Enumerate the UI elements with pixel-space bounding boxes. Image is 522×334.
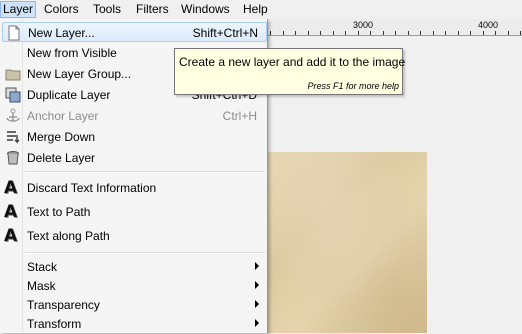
submenu-arrow-icon [255,262,259,270]
menu-windows[interactable]: Windows [179,2,232,17]
ruler-tick [332,31,334,35]
new-layer-shortcut: Shift+Ctrl+N [192,26,258,40]
anchor-layer-label: Anchor Layer [27,109,99,123]
text-icon: A [4,202,18,222]
menubar: Layer Colors Tools Filters Windows Help [0,0,522,19]
ruler-tick [270,31,271,35]
ruler-tick [495,31,496,35]
anchor-icon [6,108,20,122]
ruler-tick [420,31,421,35]
tooltip-text: Create a new layer and add it to the ima… [179,55,406,69]
horizontal-ruler[interactable]: 3000 4000 [268,19,522,36]
transparency-submenu-item[interactable]: Transparency [2,295,265,315]
menu-help[interactable]: Help [241,2,270,17]
anchor-layer-shortcut: Ctrl+H [222,109,257,123]
submenu-arrow-icon [255,300,259,308]
text-to-path-label: Text to Path [27,205,91,219]
duplicate-layer-label: Duplicate Layer [27,88,111,102]
delete-layer-label: Delete Layer [27,151,96,165]
ruler-tick [345,31,346,35]
text-icon: A [4,226,18,246]
discard-text-information-label: Discard Text Information [27,181,157,195]
tooltip: Create a new layer and add it to the ima… [174,48,406,95]
menu-tools[interactable]: Tools [91,2,123,17]
new-from-visible-label: New from Visible [27,46,117,60]
merge-down-icon [7,131,20,144]
ruler-tick [320,31,321,35]
ruler-tick [432,31,434,35]
stack-label: Stack [27,260,58,274]
merge-down-label: Merge Down [27,130,96,144]
ruler-label: 3000 [353,20,374,30]
menu-filters[interactable]: Filters [134,2,171,17]
new-layer-label: New Layer... [28,26,95,40]
ruler-tick [507,31,509,35]
ruler-tick [395,31,396,35]
new-layer-item[interactable]: New Layer... Shift+Ctrl+N [2,22,267,42]
menu-separator [25,171,265,173]
ruler-tick [382,31,384,35]
folder-icon [5,69,21,81]
ruler-tick [457,31,459,35]
ruler-tick [470,31,471,35]
duplicate-icon [5,87,21,103]
tooltip-hint: Press F1 for more help [307,81,399,91]
ruler-tick [282,31,284,35]
submenu-arrow-icon [255,319,259,327]
ruler-tick [370,31,371,35]
ruler-tick [357,31,359,35]
delete-icon [7,151,19,165]
text-to-path-item[interactable]: A Text to Path [2,202,265,222]
anchor-layer-item[interactable]: Anchor Layer Ctrl+H [2,106,265,126]
new-layer-icon [8,25,20,41]
ruler-tick [295,31,296,35]
discard-text-information-item[interactable]: A Discard Text Information [2,178,265,198]
menu-separator [25,252,265,254]
parchment-image [268,152,427,333]
text-along-path-label: Text along Path [27,229,110,243]
transparency-label: Transparency [27,298,100,312]
ruler-tick [407,31,409,35]
new-layer-group-label: New Layer Group... [27,67,132,81]
delete-layer-item[interactable]: Delete Layer [2,148,265,168]
merge-down-item[interactable]: Merge Down [2,127,265,147]
ruler-tick [307,31,309,35]
submenu-arrow-icon [255,281,259,289]
mask-label: Mask [27,279,56,293]
mask-submenu-item[interactable]: Mask [2,276,265,296]
ruler-tick [520,31,521,35]
transform-label: Transform [27,317,82,331]
text-icon: A [4,178,18,198]
stack-submenu-item[interactable]: Stack [2,257,265,277]
ruler-label: 4000 [478,20,499,30]
transform-submenu-item[interactable]: Transform [2,314,265,334]
ruler-tick [482,31,484,35]
text-along-path-item[interactable]: A Text along Path [2,226,265,246]
menu-colors[interactable]: Colors [42,2,81,17]
ruler-tick [445,31,446,35]
menu-layer[interactable]: Layer [0,1,37,18]
